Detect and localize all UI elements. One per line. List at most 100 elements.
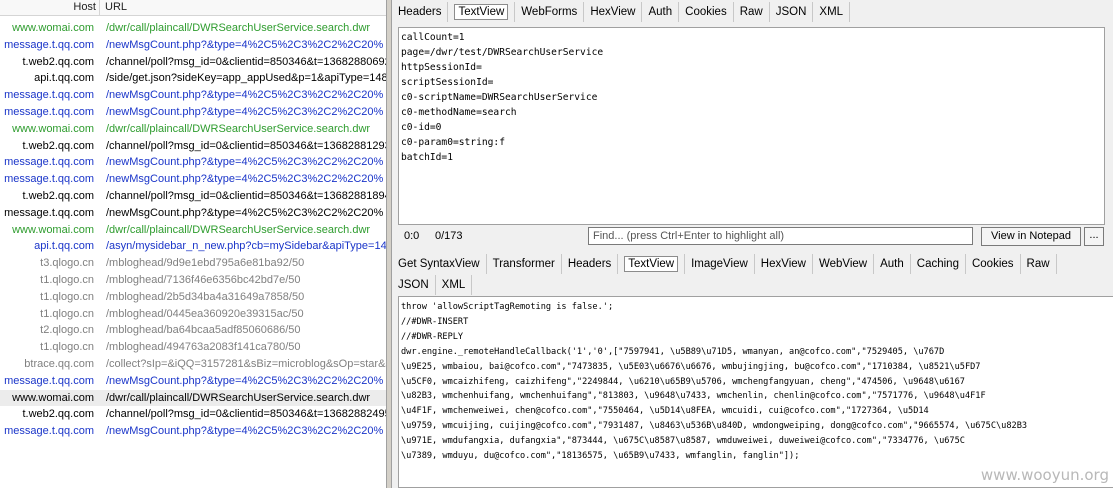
response-body-line: throw 'allowScriptTagRemoting is false.'… [401, 302, 614, 312]
session-row[interactable]: btrace.qq.com/collect?sIp=&iQQ=3157281&s… [0, 356, 386, 373]
session-row[interactable]: message.t.qq.com/newMsgCount.php?&type=4… [0, 154, 386, 171]
tab-label: Headers [567, 258, 612, 270]
tab-label: Caching [916, 258, 959, 270]
response-textview[interactable]: throw 'allowScriptTagRemoting is false.'… [398, 296, 1113, 488]
response-tab-caching[interactable]: Caching [911, 254, 966, 274]
session-host: t3.qlogo.cn [40, 257, 94, 270]
session-host: www.womai.com [12, 122, 94, 135]
session-url: /collect?sIp=&iQQ=3157281&sBiz=microblog… [106, 357, 386, 370]
caret-position: 0:0 [404, 230, 420, 242]
session-row[interactable]: message.t.qq.com/newMsgCount.php?&type=4… [0, 37, 386, 54]
textview-statusbar: 0:0 0/173 Find... (press Ctrl+Enter to h… [398, 226, 1105, 248]
response-tab-raw[interactable]: Raw [1021, 254, 1057, 274]
response-tab-cookies[interactable]: Cookies [966, 254, 1021, 274]
tab-label: Cookies [685, 6, 727, 18]
response-tab-webview[interactable]: WebView [813, 254, 875, 274]
session-host: t.web2.qq.com [22, 189, 94, 202]
more-options-button[interactable]: ... [1084, 227, 1104, 246]
request-tabs: Headers TextView WebForms HexView Auth Cookie… [392, 2, 851, 22]
session-row[interactable]: t1.qlogo.cn/mbloghead/494763a2083f141ca7… [0, 339, 386, 356]
session-url: /channel/poll?msg_id=0&clientid=850346&t… [106, 408, 386, 421]
request-tab-webforms[interactable]: WebForms [515, 2, 585, 22]
tab-label: Cookies [971, 258, 1014, 270]
tab-label: Auth [880, 258, 904, 270]
session-row[interactable]: t.web2.qq.com/channel/poll?msg_id=0&clie… [0, 406, 386, 423]
session-row[interactable]: api.t.qq.com/asyn/mysidebar_n_new.php?cb… [0, 238, 386, 255]
session-row[interactable]: message.t.qq.com/newMsgCount.php?&type=4… [0, 423, 386, 440]
tab-label: JSON [775, 6, 807, 18]
session-row[interactable]: www.womai.com/dwr/call/plaincall/DWRSear… [0, 389, 386, 407]
request-tab-cookies[interactable]: Cookies [679, 2, 734, 22]
session-host: message.t.qq.com [4, 38, 94, 51]
tab-label: JSON [398, 279, 429, 291]
request-tab-textview[interactable]: TextView [448, 2, 516, 22]
session-url: /newMsgCount.php?&type=4%2C5%2C3%2C2%2C2… [106, 38, 384, 51]
session-url: /newMsgCount.php?&type=4%2C5%2C3%2C2%2C2… [106, 374, 384, 387]
session-row[interactable]: t.web2.qq.com/channel/poll?msg_id=0&clie… [0, 138, 386, 155]
session-row[interactable]: api.t.qq.com/side/get.json?sideKey=app_a… [0, 70, 386, 87]
request-tab-raw[interactable]: Raw [734, 2, 770, 22]
session-row[interactable]: message.t.qq.com/newMsgCount.php?&type=4… [0, 373, 386, 390]
response-body-line: \u7389, wmduyu, du@cofco.com","18136575,… [401, 451, 800, 462]
request-body-line: batchId=1 [401, 152, 453, 163]
response-tab-textview[interactable]: TextView [618, 254, 686, 274]
session-url: /channel/poll?msg_id=0&clientid=850346&t… [106, 139, 386, 152]
session-row[interactable]: message.t.qq.com/newMsgCount.php?&type=4… [0, 87, 386, 104]
session-list-header: Host URL [0, 0, 386, 16]
response-tab-xml[interactable]: XML [436, 275, 473, 295]
response-tab-json[interactable]: JSON [392, 275, 436, 295]
session-host: message.t.qq.com [4, 425, 94, 438]
session-row[interactable]: t.web2.qq.com/channel/poll?msg_id=0&clie… [0, 188, 386, 205]
request-tab-json[interactable]: JSON [770, 2, 814, 22]
request-tab-headers[interactable]: Headers [392, 2, 449, 22]
request-tab-xml[interactable]: XML [813, 2, 851, 22]
session-url: /newMsgCount.php?&type=4%2C5%2C3%2C2%2C2… [106, 105, 384, 118]
session-row[interactable]: www.womai.com/dwr/call/plaincall/DWRSear… [0, 222, 386, 239]
session-row[interactable]: t1.qlogo.cn/mbloghead/0445ea360920e39315… [0, 306, 386, 323]
response-tab-hexview[interactable]: HexView [755, 254, 813, 274]
session-row[interactable]: t1.qlogo.cn/mbloghead/2b5d34ba4a31649a78… [0, 289, 386, 306]
session-host: message.t.qq.com [4, 374, 94, 387]
column-url-header[interactable]: URL [105, 1, 127, 13]
session-row[interactable]: t2.qlogo.cn/mbloghead/ba64bcaa5adf850606… [0, 322, 386, 339]
session-host: www.womai.com [12, 391, 94, 404]
session-row[interactable]: message.t.qq.com/newMsgCount.php?&type=4… [0, 104, 386, 121]
session-host: t.web2.qq.com [22, 408, 94, 421]
session-row[interactable]: message.t.qq.com/newMsgCount.php?&type=4… [0, 205, 386, 222]
request-tab-hexview[interactable]: HexView [584, 2, 643, 22]
response-tab-auth[interactable]: Auth [874, 254, 911, 274]
tab-label: HexView [590, 6, 636, 18]
session-url: /asyn/mysidebar_n_new.php?cb=mySidebar&a… [106, 240, 386, 253]
column-host-header[interactable]: Host [0, 1, 96, 13]
request-textview[interactable]: callCount=1 page=/dwr/test/DWRSearchUserS… [398, 27, 1105, 225]
view-in-notepad-button[interactable]: View in Notepad [981, 227, 1081, 246]
session-row[interactable]: t1.qlogo.cn/mbloghead/7136f46e6356bc42bd… [0, 272, 386, 289]
session-url: /dwr/call/plaincall/DWRSearchUserService… [106, 22, 371, 34]
session-row[interactable]: www.womai.com/dwr/call/plaincall/DWRSear… [0, 20, 386, 37]
session-host: www.womai.com [12, 223, 94, 236]
session-row[interactable]: t3.qlogo.cn/mbloghead/9d9e1ebd795a6e81ba… [0, 255, 386, 272]
response-tab-headers[interactable]: Headers [562, 254, 619, 274]
request-body-line: httpSessionId= [401, 62, 482, 73]
session-row[interactable]: t.web2.qq.com/channel/poll?msg_id=0&clie… [0, 54, 386, 71]
column-divider[interactable] [99, 0, 100, 15]
session-host: t2.qlogo.cn [40, 324, 94, 337]
session-row[interactable]: message.t.qq.com/newMsgCount.php?&type=4… [0, 171, 386, 188]
request-body-line: c0-methodName=search [401, 107, 517, 118]
session-row[interactable]: www.womai.com/dwr/call/plaincall/DWRSear… [0, 121, 386, 138]
request-body-line: callCount=1 [401, 32, 465, 43]
tab-label: Raw [1026, 258, 1050, 270]
response-body-line: \u5CF0, wmcaizhifeng, caizhifeng","22498… [401, 376, 965, 387]
tab-label: Get SyntaxView [398, 258, 480, 270]
session-host: t.web2.qq.com [22, 55, 94, 68]
session-host: t1.qlogo.cn [40, 273, 94, 286]
request-tab-auth[interactable]: Auth [642, 2, 680, 22]
session-host: t.web2.qq.com [22, 139, 94, 152]
response-tab-imageview[interactable]: ImageView [685, 254, 755, 274]
session-list[interactable]: Host URL www.womai.com/dwr/call/plaincal… [0, 0, 386, 488]
response-tab-transformer[interactable]: Transformer [487, 254, 562, 274]
find-input[interactable]: Find... (press Ctrl+Enter to highlight a… [588, 227, 973, 245]
tab-label: TextView [624, 256, 679, 272]
response-body-line: \u4F1F, wmchenweiwei, chen@cofco.com","7… [401, 406, 929, 417]
response-tab-get-syntaxview[interactable]: Get SyntaxView [392, 254, 487, 274]
